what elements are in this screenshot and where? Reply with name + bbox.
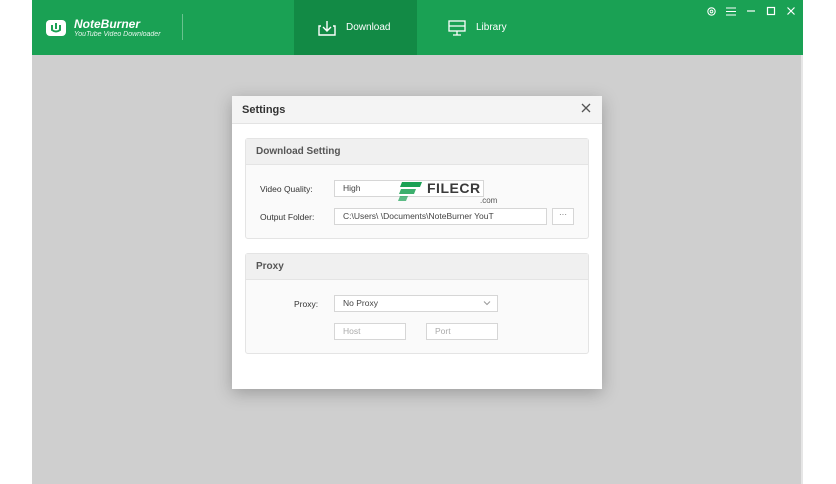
minimize-icon[interactable] [745,5,757,17]
brand-subtitle: YouTube Video Downloader [74,30,161,38]
brand-divider [182,14,183,40]
menu-icon[interactable] [725,5,737,17]
host-input[interactable]: Host [334,323,406,340]
proxy-select-value: No Proxy [343,298,378,308]
brand-name: NoteBurner [74,16,141,31]
chevron-down-icon [483,301,491,306]
proxy-section: Proxy Proxy: No Proxy Host Port [245,253,589,354]
watermark-sub: .com [480,196,498,205]
filecr-logo-icon [398,182,422,201]
download-setting-heading: Download Setting [246,139,588,165]
tab-library[interactable]: Library [440,0,540,55]
brand: NoteBurner YouTube Video Downloader [46,13,161,43]
output-folder-label: Output Folder: [260,212,315,222]
dialog-close-icon[interactable] [580,102,592,114]
watermark-text: FILECR [427,180,481,196]
tab-download[interactable]: Download [294,0,417,55]
dialog-header: Settings [232,96,602,124]
download-icon [318,20,336,36]
proxy-select[interactable]: No Proxy [334,295,498,312]
proxy-heading: Proxy [246,254,588,280]
watermark: FILECR .com [398,180,497,205]
tab-library-label: Library [476,22,507,33]
video-quality-label: Video Quality: [260,184,313,194]
tab-download-label: Download [346,22,391,33]
settings-dialog: Settings Download Setting Video Quality:… [232,96,602,389]
gear-icon[interactable] [705,5,717,17]
window-controls [705,5,797,17]
library-icon [448,19,466,36]
output-folder-field[interactable]: C:\Users\ \Documents\NoteBurner YouT [334,208,547,225]
port-input[interactable]: Port [426,323,498,340]
top-bar: NoteBurner YouTube Video Downloader Down… [32,0,803,55]
maximize-icon[interactable] [765,5,777,17]
close-icon[interactable] [785,5,797,17]
browse-folder-button[interactable]: ··· [552,208,574,225]
proxy-label: Proxy: [294,299,319,309]
dialog-title: Settings [242,104,286,116]
noteburner-logo-icon [46,20,66,36]
